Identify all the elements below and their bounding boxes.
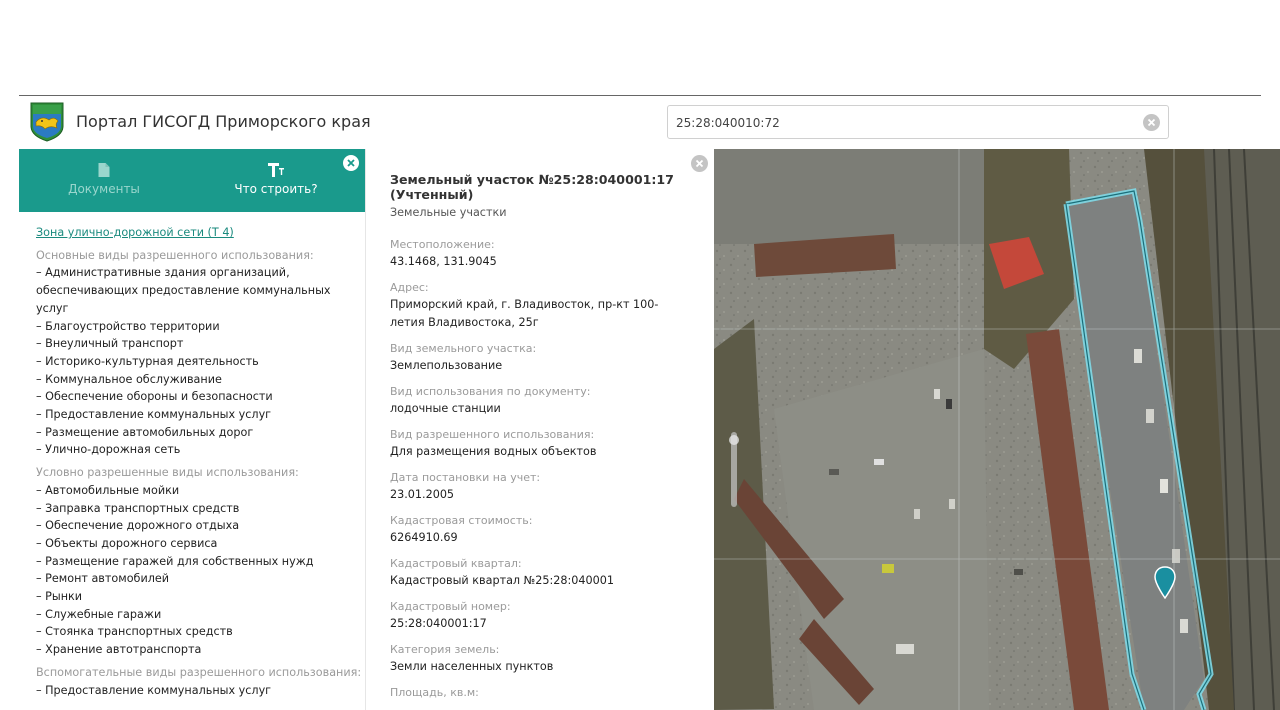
field-permitted-use: Вид разрешенного использования: Для разм… bbox=[390, 427, 690, 461]
field-label: Местоположение: bbox=[390, 238, 495, 251]
list-item: – Предоставление коммунальных услуг bbox=[36, 683, 272, 697]
tab-what-to-build[interactable]: Что строить? bbox=[191, 149, 361, 212]
parcel-info-panel: Земельный участок №25:28:040001:17 (Учте… bbox=[366, 149, 714, 710]
cadastral-search-box[interactable] bbox=[667, 105, 1169, 139]
map-zoom-slider[interactable] bbox=[727, 432, 740, 507]
field-value: Землепользование bbox=[390, 358, 503, 372]
list-item: – Ремонт автомобилей bbox=[36, 572, 170, 586]
coat-of-arms-logo[interactable] bbox=[30, 102, 64, 142]
field-registration-date: Дата постановки на учет: 23.01.2005 bbox=[390, 470, 690, 504]
parcel-subtitle: Земельные участки bbox=[390, 206, 507, 219]
list-item: – Объекты дорожного сервиса bbox=[36, 536, 218, 550]
field-value: 6264910.69 bbox=[390, 530, 458, 544]
list-item: – Рынки bbox=[36, 590, 83, 604]
zone-link[interactable]: Зона улично-дорожной сети (Т 4) bbox=[36, 224, 361, 242]
list-item: – Обеспечение дорожного отдыха bbox=[36, 519, 240, 533]
document-icon bbox=[98, 162, 110, 181]
section-title-auxiliary: Вспомогательные виды разрешенного исполь… bbox=[36, 665, 362, 679]
field-label: Кадастровая стоимость: bbox=[390, 513, 533, 527]
close-info-icon[interactable] bbox=[691, 155, 708, 172]
text-tool-icon bbox=[267, 162, 285, 182]
app-header: Портал ГИСОГД Приморского края bbox=[19, 96, 1280, 149]
list-item: – Благоустройство территории bbox=[36, 319, 220, 333]
list-item: – Заправка транспортных средств bbox=[36, 501, 240, 515]
field-label: Вид использования по документу: bbox=[390, 384, 591, 398]
tab-documents[interactable]: Документы bbox=[19, 149, 189, 212]
field-parcel-type: Вид земельного участка: Землепользование bbox=[390, 341, 690, 375]
field-label: Кадастровый номер: bbox=[390, 599, 511, 613]
list-item: – Коммунальное обслуживание bbox=[36, 372, 222, 386]
field-cadastral-number: Кадастровый номер: 25:28:040001:17 bbox=[390, 599, 690, 633]
list-item: – Внеуличный транспорт bbox=[36, 337, 184, 351]
field-value: Кадастровый квартал №25:28:040001 bbox=[390, 573, 614, 587]
parcel-title: Земельный участок №25:28:040001:17 (Учте… bbox=[390, 172, 674, 202]
field-address: Адрес: Приморский край, г. Владивосток, … bbox=[390, 280, 690, 331]
field-value: 25:28:040001:17 bbox=[390, 616, 487, 630]
cadastral-search-input[interactable] bbox=[676, 114, 1136, 132]
list-item: – Хранение автотранспорта bbox=[36, 643, 202, 657]
field-value: Для размещения водных объектов bbox=[390, 444, 597, 458]
list-item: – Служебные гаражи bbox=[36, 607, 162, 621]
field-cadastral-value: Кадастровая стоимость: 6264910.69 bbox=[390, 513, 690, 547]
field-value: Приморский край, г. Владивосток, пр-кт 1… bbox=[390, 298, 659, 329]
field-label: Адрес: bbox=[390, 281, 429, 294]
field-land-category: Категория земель: Земли населенных пункт… bbox=[390, 642, 690, 676]
panel-tabbar: Документы Что строить? bbox=[19, 149, 365, 212]
list-item: – Административные здания организаций, о… bbox=[36, 266, 331, 315]
zoning-panel: Документы Что строить? Зона улично-дорож… bbox=[19, 149, 366, 710]
field-label: Вид разрешенного использования: bbox=[390, 427, 595, 441]
satellite-map[interactable] bbox=[714, 149, 1280, 710]
list-item: – Автомобильные мойки bbox=[36, 483, 180, 497]
close-panel-icon[interactable] bbox=[343, 155, 359, 171]
field-cadastral-quarter: Кадастровый квартал: Кадастровый квартал… bbox=[390, 556, 690, 590]
field-label: Дата постановки на учет: bbox=[390, 470, 541, 484]
app-title: Портал ГИСОГД Приморского края bbox=[76, 112, 371, 131]
field-value: лодочные станции bbox=[390, 401, 501, 415]
map-imagery[interactable] bbox=[714, 149, 1280, 710]
section-title-main: Основные виды разрешенного использования… bbox=[36, 248, 314, 262]
field-location: Местоположение: 43.1468, 131.9045 bbox=[390, 237, 690, 271]
field-area: Площадь, кв.м: bbox=[390, 685, 690, 701]
field-label: Кадастровый квартал: bbox=[390, 556, 522, 570]
field-value: Земли населенных пунктов bbox=[390, 659, 554, 673]
field-value: 43.1468, 131.9045 bbox=[390, 255, 497, 268]
list-item: – Размещение автомобильных дорог bbox=[36, 425, 254, 439]
field-document-use: Вид использования по документу: лодочные… bbox=[390, 384, 690, 418]
location-marker-icon[interactable] bbox=[1154, 566, 1176, 599]
zone-content: Зона улично-дорожной сети (Т 4) Основные… bbox=[36, 224, 361, 699]
list-item: – Стоянка транспортных средств bbox=[36, 625, 233, 639]
list-item: – Размещение гаражей для собственных нуж… bbox=[36, 554, 314, 568]
list-item: – Обеспечение обороны и безопасности bbox=[36, 390, 273, 404]
list-item: – Историко-культурная деятельность bbox=[36, 354, 259, 368]
field-value: 23.01.2005 bbox=[390, 487, 455, 501]
field-label: Категория земель: bbox=[390, 642, 500, 656]
section-title-conditional: Условно разрешенные виды использования: bbox=[36, 466, 299, 480]
field-label: Площадь, кв.м: bbox=[390, 685, 479, 699]
list-item: – Предоставление коммунальных услуг bbox=[36, 408, 272, 422]
parcel-info-body: Земельный участок №25:28:040001:17 (Учте… bbox=[390, 172, 690, 710]
tab-what-to-build-label: Что строить? bbox=[234, 182, 318, 196]
field-label: Вид земельного участка: bbox=[390, 341, 537, 355]
tab-documents-label: Документы bbox=[68, 182, 140, 196]
list-item: – Улично-дорожная сеть bbox=[36, 443, 181, 457]
clear-search-icon[interactable] bbox=[1143, 114, 1160, 131]
